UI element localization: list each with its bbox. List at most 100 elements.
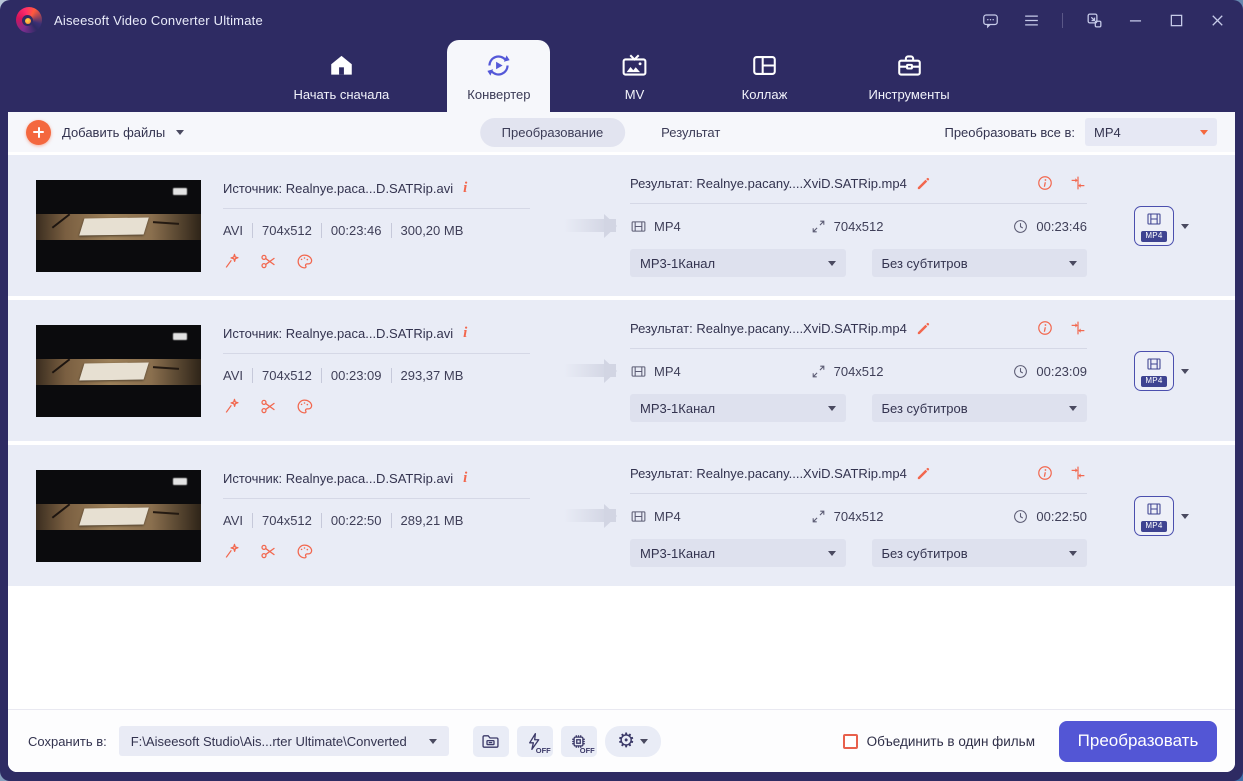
hardware-accel-button[interactable]: OFF: [516, 725, 553, 757]
settings-button[interactable]: ⚙: [604, 725, 661, 757]
save-path-value: F:\Aiseesoft Studio\Ais...rter Ultimate\…: [130, 733, 407, 749]
snapshot-icon[interactable]: [1084, 10, 1104, 30]
video-thumbnail[interactable]: [36, 179, 201, 272]
media-info-icon[interactable]: i: [463, 325, 467, 342]
close-icon[interactable]: [1207, 10, 1227, 30]
video-thumbnail[interactable]: [36, 469, 201, 562]
result-filename: Результат: Realnye.pacany....XviD.SATRip…: [630, 465, 907, 481]
source-meta: AVI 704x512 00:23:46 300,20 MB: [223, 223, 464, 238]
merge-checkbox[interactable]: [842, 733, 858, 749]
rename-pencil-icon[interactable]: [915, 175, 932, 192]
file-row: Источник: Realnye.paca...D.SATRip.avi i …: [8, 445, 1235, 586]
profile-format-button[interactable]: MP4: [1134, 350, 1174, 391]
output-profile: MP4: [1134, 205, 1189, 246]
tv-watermark: [173, 332, 187, 340]
subtitle-select[interactable]: Без субтитров: [871, 249, 1087, 277]
output-info-icon[interactable]: [1036, 174, 1054, 192]
toolbar: Добавить файлы Преобразование Результат …: [8, 112, 1235, 152]
home-icon: [331, 55, 352, 75]
tab-collage[interactable]: Коллаж: [718, 40, 810, 112]
duration-clock-icon: [1014, 365, 1028, 378]
convert-all-format-select[interactable]: MP4: [1085, 118, 1217, 146]
chevron-down-icon[interactable]: [1181, 368, 1189, 378]
rename-pencil-icon[interactable]: [915, 320, 932, 337]
result-filename: Результат: Realnye.pacany....XviD.SATRip…: [630, 175, 907, 191]
result-info: Результат: Realnye.pacany....XviD.SATRip…: [630, 464, 1087, 567]
effects-palette-icon[interactable]: [295, 542, 314, 561]
adjust-settings-icon[interactable]: [1069, 464, 1087, 482]
subtitle-select[interactable]: Без субтитров: [871, 539, 1087, 567]
cut-scissors-icon[interactable]: [259, 252, 278, 271]
chevron-down-icon[interactable]: [1181, 513, 1189, 523]
adjust-settings-icon[interactable]: [1069, 319, 1087, 337]
gpu-off-label: OFF: [579, 745, 595, 755]
maximize-icon[interactable]: [1166, 10, 1186, 30]
cut-scissors-icon[interactable]: [259, 397, 278, 416]
add-files-button[interactable]: Добавить файлы: [26, 119, 185, 145]
chevron-down-icon: [1069, 406, 1077, 415]
chevron-down-icon: [1069, 551, 1077, 560]
open-folder-button[interactable]: [472, 725, 509, 757]
rename-pencil-icon[interactable]: [915, 465, 932, 482]
audio-track-select[interactable]: MP3-1Канал: [630, 539, 846, 567]
source-meta: AVI 704x512 00:22:50 289,21 MB: [223, 513, 464, 528]
tab-label: Коллаж: [741, 87, 788, 102]
chevron-down-icon: [827, 406, 836, 415]
output-info-icon[interactable]: [1036, 319, 1054, 337]
toolbox-icon: [897, 55, 921, 76]
minimize-icon[interactable]: [1125, 10, 1145, 30]
gpu-accel-button[interactable]: OFF: [560, 725, 597, 757]
file-list: Источник: Realnye.paca...D.SATRip.avi i …: [8, 152, 1235, 709]
convert-button[interactable]: Преобразовать: [1059, 720, 1217, 762]
edit-magic-wand-icon[interactable]: [223, 542, 242, 561]
result-meta: MP4 704x512 00:23:09: [630, 363, 1087, 380]
adjust-settings-icon[interactable]: [1069, 174, 1087, 192]
result-info: Результат: Realnye.pacany....XviD.SATRip…: [630, 319, 1087, 422]
chevron-down-icon: [640, 739, 649, 748]
save-path-select[interactable]: F:\Aiseesoft Studio\Ais...rter Ultimate\…: [118, 726, 449, 756]
resolution-icon: [812, 365, 824, 378]
converter-icon: [487, 55, 511, 76]
effects-palette-icon[interactable]: [295, 397, 314, 416]
convert-all-group: Преобразовать все в: MP4: [944, 118, 1217, 146]
duration-clock-icon: [1014, 510, 1028, 523]
app-logo-icon: [16, 7, 42, 33]
video-thumbnail[interactable]: [36, 324, 201, 417]
tab-label: Инструменты: [868, 87, 950, 102]
divider: [223, 353, 530, 354]
view-tab-converting[interactable]: Преобразование: [479, 117, 626, 147]
profile-format-button[interactable]: MP4: [1134, 495, 1174, 536]
tab-tools[interactable]: Инструменты: [848, 40, 969, 112]
app-title: Aiseesoft Video Converter Ultimate: [54, 12, 263, 28]
source-filename: Источник: Realnye.paca...D.SATRip.avi: [223, 471, 454, 486]
audio-track-select[interactable]: MP3-1Канал: [630, 249, 846, 277]
edit-magic-wand-icon[interactable]: [223, 397, 242, 416]
effects-palette-icon[interactable]: [295, 252, 314, 271]
gear-icon: ⚙: [617, 730, 636, 752]
chevron-down-icon[interactable]: [1181, 223, 1189, 233]
main-nav: Начать сначала Конвертер MV Коллаж Инстр…: [0, 40, 1243, 112]
feedback-icon[interactable]: [980, 10, 1000, 30]
file-row: Источник: Realnye.paca...D.SATRip.avi i …: [8, 300, 1235, 441]
tab-mv[interactable]: MV: [588, 40, 680, 112]
arrow-right-icon: [564, 358, 617, 383]
chevron-down-icon: [827, 261, 836, 270]
media-info-icon[interactable]: i: [463, 470, 467, 487]
result-info: Результат: Realnye.pacany....XviD.SATRip…: [630, 174, 1087, 277]
audio-track-select[interactable]: MP3-1Канал: [630, 394, 846, 422]
tab-converter[interactable]: Конвертер: [447, 40, 551, 112]
subtitle-select[interactable]: Без субтитров: [871, 394, 1087, 422]
cut-scissors-icon[interactable]: [259, 542, 278, 561]
merge-label[interactable]: Объединить в один фильм: [867, 734, 1035, 749]
source-filename: Источник: Realnye.paca...D.SATRip.avi: [223, 181, 454, 196]
profile-format-button[interactable]: MP4: [1134, 205, 1174, 246]
output-info-icon[interactable]: [1036, 464, 1054, 482]
tab-home[interactable]: Начать сначала: [273, 40, 409, 112]
menu-icon[interactable]: [1021, 10, 1041, 30]
resolution-icon: [812, 220, 824, 233]
edit-magic-wand-icon[interactable]: [223, 252, 242, 271]
tab-label: Начать сначала: [293, 87, 390, 102]
media-info-icon[interactable]: i: [463, 180, 467, 197]
view-tab-result[interactable]: Результат: [639, 118, 742, 147]
tab-label: Конвертер: [467, 87, 531, 102]
